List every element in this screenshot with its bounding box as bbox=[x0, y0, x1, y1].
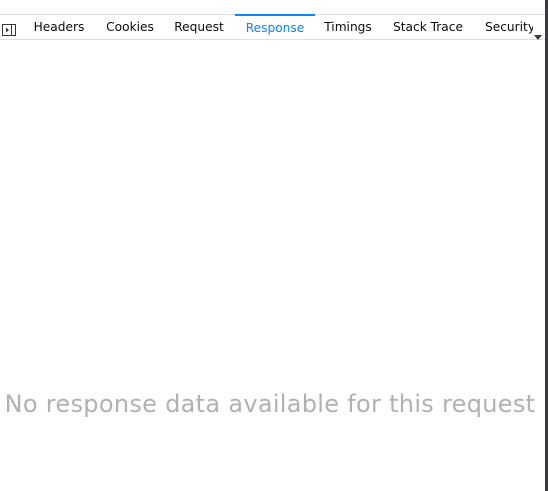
tab-stack-trace[interactable]: Stack Trace bbox=[388, 15, 468, 39]
tab-security-overflow[interactable]: Security bbox=[479, 15, 545, 40]
details-tab-bar: Headers Cookies Request Response Timings… bbox=[0, 14, 545, 40]
tab-cookies[interactable]: Cookies bbox=[100, 15, 160, 39]
tab-request[interactable]: Request bbox=[169, 15, 229, 39]
tab-response[interactable]: Response bbox=[235, 14, 315, 38]
empty-response-message: No response data available for this requ… bbox=[4, 390, 536, 418]
tab-timings[interactable]: Timings bbox=[319, 15, 377, 39]
tab-security-label: Security bbox=[485, 20, 533, 34]
chevron-down-icon bbox=[534, 25, 542, 40]
request-details-panel: Headers Cookies Request Response Timings… bbox=[0, 0, 545, 491]
tab-headers[interactable]: Headers bbox=[28, 15, 90, 39]
sidebar-toggle-icon[interactable] bbox=[2, 21, 16, 36]
